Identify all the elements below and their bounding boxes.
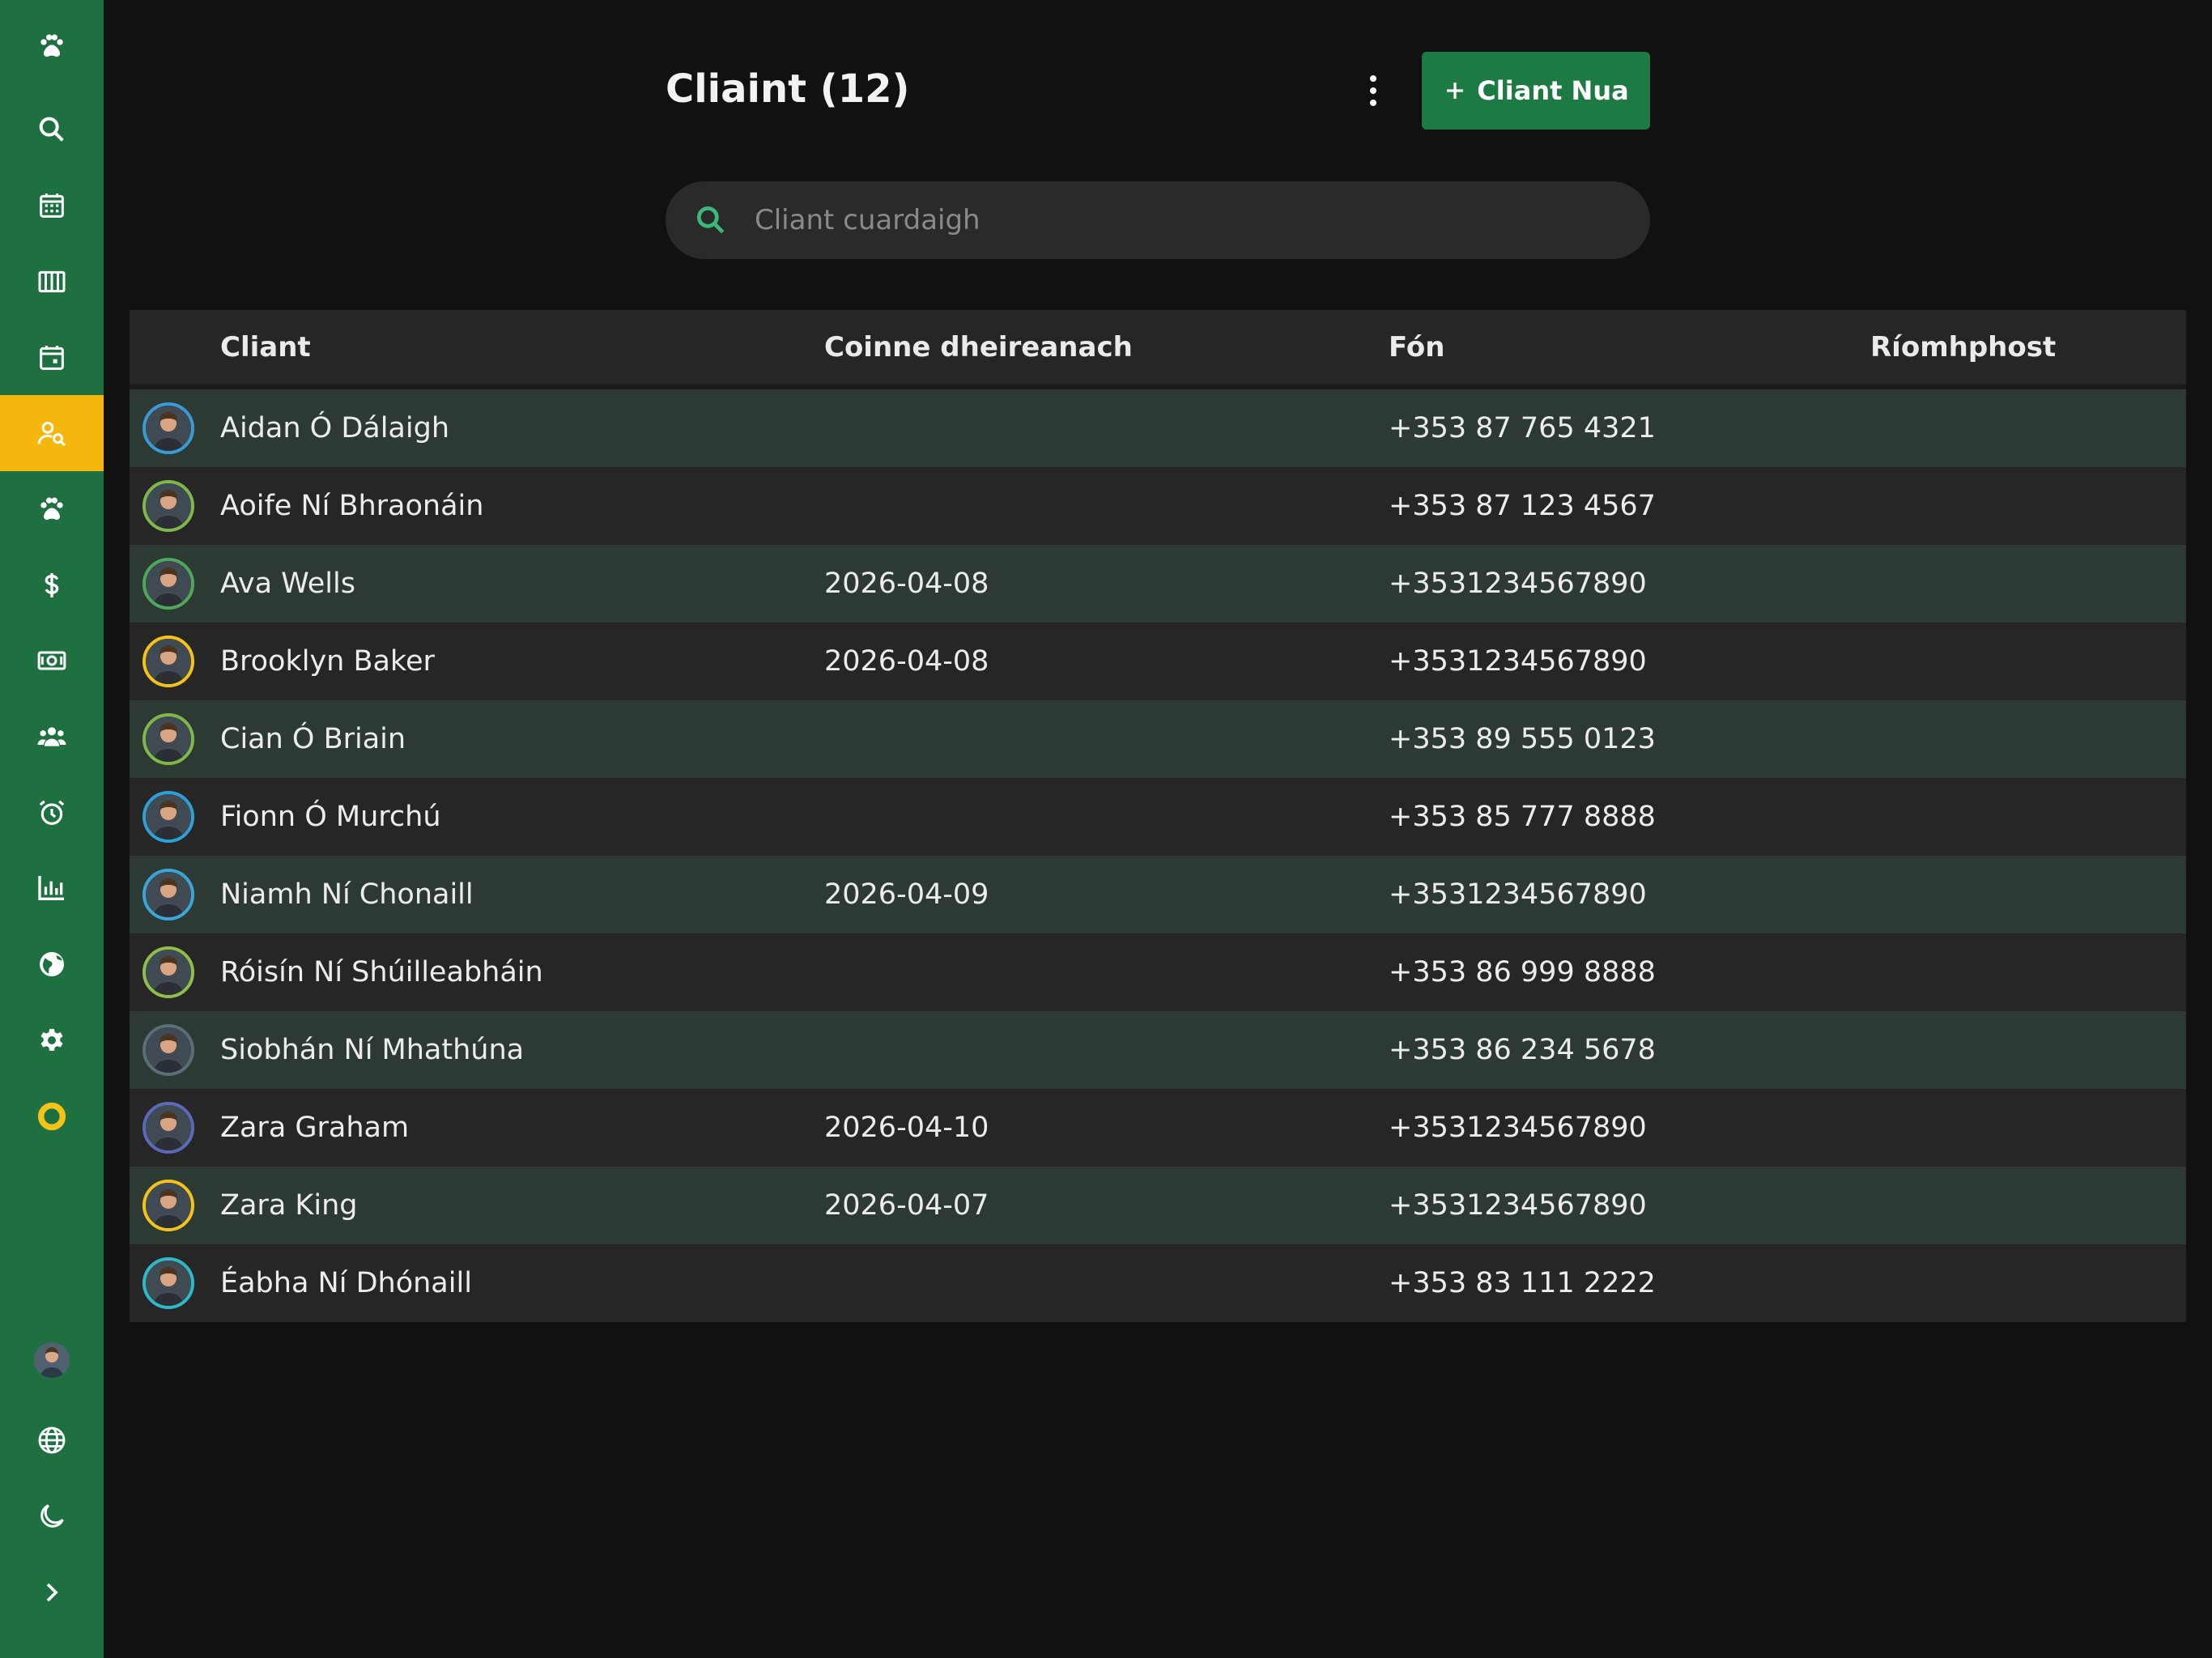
client-avatar <box>143 791 194 843</box>
plus-icon <box>1447 83 1464 99</box>
table-header: Cliant Coinne dheireanach Fón Ríomhphost <box>130 310 2186 389</box>
client-name[interactable]: Cian Ó Briain <box>220 700 406 778</box>
client-avatar <box>143 558 194 610</box>
dollar-icon[interactable] <box>0 547 104 623</box>
client-avatar <box>143 402 194 454</box>
client-name[interactable]: Niamh Ní Chonaill <box>220 856 474 933</box>
client-name[interactable]: Aidan Ó Dálaigh <box>220 389 449 467</box>
table-row[interactable]: Niamh Ní Chonaill 2026-04-09 +3531234567… <box>130 856 2186 933</box>
calendar-day-icon[interactable] <box>0 320 104 396</box>
user-avatar[interactable] <box>34 1342 70 1378</box>
client-phone: +353 86 234 5678 <box>1389 1034 1656 1066</box>
client-search-icon[interactable] <box>0 395 104 471</box>
more-options-button[interactable] <box>1357 66 1389 115</box>
table-row[interactable]: Brooklyn Baker 2026-04-08 +3531234567890 <box>130 623 2186 700</box>
client-name[interactable]: Ava Wells <box>220 545 355 623</box>
main-content: Cliaint (12) Cliant Nua Cliant Coinne dh… <box>104 0 2212 1658</box>
column-header-phone[interactable]: Fón <box>1389 310 1444 385</box>
gear-icon[interactable] <box>0 1002 104 1078</box>
client-search-input[interactable] <box>753 203 1566 237</box>
client-phone: +3531234567890 <box>1389 1189 1647 1222</box>
table-row[interactable]: Zara King 2026-04-07 +3531234567890 <box>130 1167 2186 1244</box>
table-row[interactable]: Ava Wells 2026-04-08 +3531234567890 <box>130 545 2186 623</box>
client-phone: +353 83 111 2222 <box>1389 1267 1656 1299</box>
last-appointment-date: 2026-04-10 <box>824 1112 989 1144</box>
moon-icon[interactable] <box>0 1478 104 1554</box>
new-client-label: Cliant Nua <box>1477 75 1629 106</box>
column-header-client[interactable]: Cliant <box>220 310 311 385</box>
column-header-email[interactable]: Ríomhphost <box>1870 310 2056 385</box>
client-phone: +3531234567890 <box>1389 878 1647 911</box>
alarm-clock-icon[interactable] <box>0 775 104 851</box>
table-row[interactable]: Fionn Ó Murchú +353 85 777 8888 <box>130 778 2186 856</box>
table-body: Aidan Ó Dálaigh +353 87 765 4321 Aoife N… <box>130 389 2186 1322</box>
client-avatar <box>143 1024 194 1076</box>
clients-table: Cliant Coinne dheireanach Fón Ríomhphost… <box>130 310 2186 1322</box>
client-name[interactable]: Zara King <box>220 1167 357 1244</box>
last-appointment-date: 2026-04-07 <box>824 1189 989 1222</box>
cash-icon[interactable] <box>0 623 104 699</box>
paw-icon[interactable] <box>0 8 104 84</box>
table-row[interactable]: Zara Graham 2026-04-10 +3531234567890 <box>130 1089 2186 1167</box>
client-phone: +3531234567890 <box>1389 568 1647 600</box>
page-title: Cliaint (12) <box>666 66 910 112</box>
client-phone: +3531234567890 <box>1389 645 1647 678</box>
client-phone: +353 87 123 4567 <box>1389 490 1656 522</box>
globe-icon[interactable] <box>0 926 104 1002</box>
client-avatar <box>143 713 194 765</box>
kebab-menu-icon <box>1370 75 1376 106</box>
table-row[interactable]: Aoife Ní Bhraonáin +353 87 123 4567 <box>130 467 2186 545</box>
users-icon[interactable] <box>0 699 104 775</box>
client-avatar <box>143 1180 194 1231</box>
language-globe-icon[interactable] <box>0 1402 104 1478</box>
calendar-grid-icon[interactable] <box>0 168 104 244</box>
client-avatar <box>143 480 194 532</box>
table-row[interactable]: Aidan Ó Dálaigh +353 87 765 4321 <box>130 389 2186 467</box>
client-name[interactable]: Siobhán Ní Mhathúna <box>220 1011 524 1089</box>
client-name[interactable]: Brooklyn Baker <box>220 623 435 700</box>
client-avatar <box>143 1102 194 1154</box>
client-avatar <box>143 1257 194 1309</box>
client-name[interactable]: Éabha Ní Dhónaill <box>220 1244 472 1322</box>
chevron-right-icon[interactable] <box>0 1554 104 1630</box>
column-header-last-appointment[interactable]: Coinne dheireanach <box>824 310 1133 385</box>
last-appointment-date: 2026-04-09 <box>824 878 989 911</box>
client-avatar <box>143 869 194 920</box>
client-phone: +353 85 777 8888 <box>1389 801 1656 833</box>
client-phone: +353 87 765 4321 <box>1389 412 1656 444</box>
table-row[interactable]: Éabha Ní Dhónaill +353 83 111 2222 <box>130 1244 2186 1322</box>
columns-icon[interactable] <box>0 244 104 320</box>
client-phone: +353 89 555 0123 <box>1389 723 1656 755</box>
client-name[interactable]: Aoife Ní Bhraonáin <box>220 467 483 545</box>
client-name[interactable]: Róisín Ní Shúilleabháin <box>220 933 543 1011</box>
client-name[interactable]: Fionn Ó Murchú <box>220 778 441 856</box>
ring-logo-icon[interactable] <box>0 1078 104 1154</box>
client-avatar <box>143 946 194 998</box>
last-appointment-date: 2026-04-08 <box>824 645 989 678</box>
search-icon[interactable] <box>0 91 104 168</box>
table-row[interactable]: Siobhán Ní Mhathúna +353 86 234 5678 <box>130 1011 2186 1089</box>
client-phone: +3531234567890 <box>1389 1112 1647 1144</box>
sidebar <box>0 0 104 1658</box>
client-phone: +353 86 999 8888 <box>1389 956 1656 988</box>
new-client-button[interactable]: Cliant Nua <box>1422 52 1650 130</box>
search-bar[interactable] <box>666 181 1650 259</box>
last-appointment-date: 2026-04-08 <box>824 568 989 600</box>
client-name[interactable]: Zara Graham <box>220 1089 409 1167</box>
paw-icon[interactable] <box>0 471 104 547</box>
client-avatar <box>143 636 194 687</box>
search-icon <box>696 206 725 234</box>
bar-chart-icon[interactable] <box>0 850 104 926</box>
table-row[interactable]: Róisín Ní Shúilleabháin +353 86 999 8888 <box>130 933 2186 1011</box>
table-row[interactable]: Cian Ó Briain +353 89 555 0123 <box>130 700 2186 778</box>
